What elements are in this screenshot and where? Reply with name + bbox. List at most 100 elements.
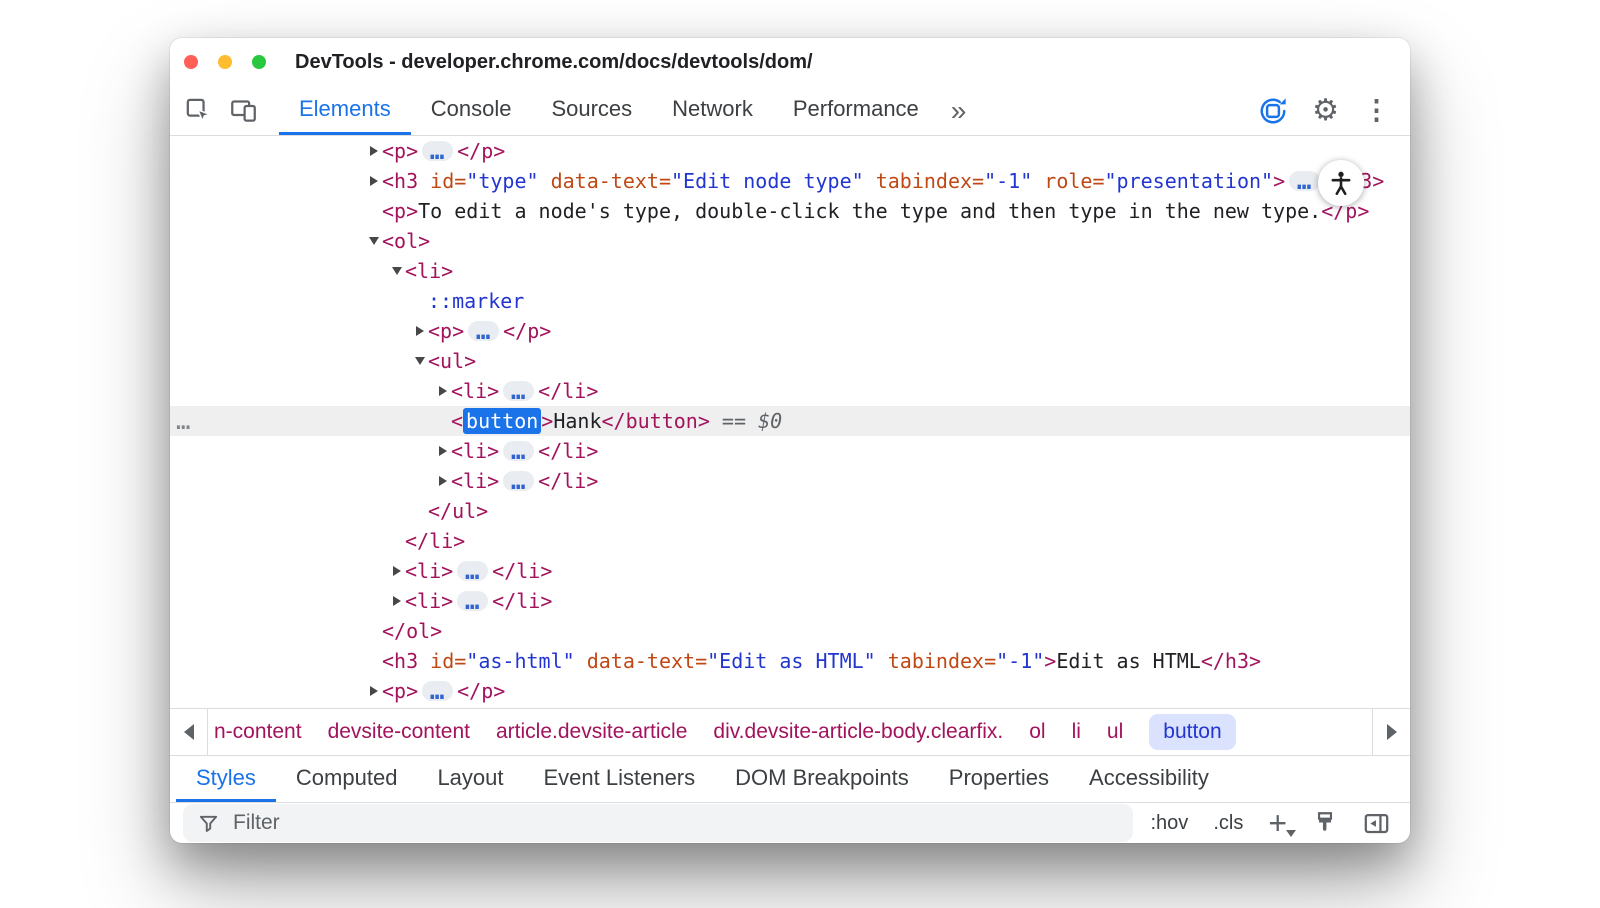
- expand-arrow-icon[interactable]: [435, 376, 451, 406]
- toggle-sidebar-icon[interactable]: [1363, 810, 1390, 837]
- expand-arrow-icon[interactable]: [435, 466, 451, 496]
- breadcrumb-item-ol[interactable]: ol: [1029, 720, 1045, 744]
- tree-row[interactable]: <h3 id="as-html" data-text="Edit as HTML…: [170, 646, 1410, 676]
- ellipsis-expand-button[interactable]: …: [457, 591, 488, 611]
- zoom-button[interactable]: [252, 55, 266, 69]
- tree-row[interactable]: <li>…</li>: [170, 436, 1410, 466]
- more-tabs-button[interactable]: »: [939, 86, 979, 135]
- collapse-arrow-icon[interactable]: [366, 226, 382, 256]
- breadcrumb-item-li[interactable]: li: [1072, 720, 1081, 744]
- code-token: button: [463, 408, 541, 434]
- breadcrumb-item-devsite-content[interactable]: devsite-content: [328, 720, 470, 744]
- expand-arrow-icon[interactable]: [389, 586, 405, 616]
- tree-row[interactable]: <p>…</p>: [170, 316, 1410, 346]
- tree-row[interactable]: </ul>: [170, 496, 1410, 526]
- minimize-button[interactable]: [218, 55, 232, 69]
- inspect-element-icon[interactable]: [185, 97, 212, 124]
- tab-elements[interactable]: Elements: [279, 86, 411, 135]
- ellipsis-expand-button[interactable]: …: [503, 471, 534, 491]
- expand-arrow-icon[interactable]: [435, 436, 451, 466]
- ellipsis-expand-button[interactable]: …: [457, 561, 488, 581]
- expand-arrow-icon[interactable]: [366, 676, 382, 706]
- code-token: data-text=: [575, 649, 707, 673]
- code-token: tabindex=: [876, 649, 996, 673]
- toggle-class-button[interactable]: .cls: [1213, 812, 1243, 835]
- accessibility-person-icon: [1327, 169, 1355, 197]
- tree-row[interactable]: <h3 id="type" data-text="Edit node type"…: [170, 166, 1410, 196]
- chevron-left-icon: [184, 724, 194, 740]
- code-token: <li>: [451, 439, 499, 463]
- tree-row[interactable]: ::marker: [170, 286, 1410, 316]
- tree-row[interactable]: <li>…</li>: [170, 376, 1410, 406]
- tab-accessibility[interactable]: Accessibility: [1069, 756, 1229, 802]
- code-token: </ul>: [428, 499, 488, 523]
- tab-sources[interactable]: Sources: [531, 86, 652, 135]
- crumbs-scroll-left-button[interactable]: [170, 709, 208, 755]
- expand-arrow-icon[interactable]: [412, 316, 428, 346]
- tab-layout[interactable]: Layout: [417, 756, 523, 802]
- tree-row[interactable]: <li>…</li>: [170, 556, 1410, 586]
- code-token: <li>: [451, 379, 499, 403]
- tab-network[interactable]: Network: [652, 86, 773, 135]
- tree-row[interactable]: <button>Hank</button> == $0: [170, 406, 1410, 436]
- tree-row[interactable]: </ol>: [170, 616, 1410, 646]
- tab-performance[interactable]: Performance: [773, 86, 939, 135]
- ellipsis-expand-button[interactable]: …: [422, 681, 453, 701]
- code-token: <h3: [382, 169, 418, 193]
- breadcrumb-item-button[interactable]: button: [1149, 714, 1235, 750]
- tree-row[interactable]: </li>: [170, 526, 1410, 556]
- breadcrumb-item-ul[interactable]: ul: [1107, 720, 1123, 744]
- ellipsis-expand-button[interactable]: …: [1289, 171, 1320, 191]
- tab-styles[interactable]: Styles: [176, 756, 276, 802]
- tree-row[interactable]: <p>To edit a node's type, double-click t…: [170, 196, 1410, 226]
- paint-brush-icon[interactable]: [1312, 810, 1338, 836]
- tab-computed[interactable]: Computed: [276, 756, 418, 802]
- dom-tree: … <p>…</p><h3 id="type" data-text="Edit …: [170, 136, 1410, 708]
- tab-dom-breakpoints[interactable]: DOM Breakpoints: [715, 756, 929, 802]
- arrow-spacer: [366, 196, 382, 226]
- code-token: </p>: [457, 679, 505, 703]
- accessibility-fab[interactable]: [1318, 160, 1364, 206]
- tree-row[interactable]: <li>…</li>: [170, 586, 1410, 616]
- ellipsis-expand-button[interactable]: …: [503, 441, 534, 461]
- row-overflow-dots[interactable]: …: [176, 406, 192, 436]
- tab-console[interactable]: Console: [411, 86, 532, 135]
- breadcrumb-item-div-devsite-article-body-clearfix[interactable]: div.devsite-article-body.clearfix.: [713, 720, 1003, 744]
- tab-event-listeners[interactable]: Event Listeners: [524, 756, 716, 802]
- expand-arrow-icon[interactable]: [389, 556, 405, 586]
- ellipsis-expand-button[interactable]: …: [468, 321, 499, 341]
- sync-icon[interactable]: [1258, 96, 1288, 126]
- settings-gear-icon[interactable]: ⚙: [1312, 96, 1339, 126]
- tree-row[interactable]: <li>: [170, 256, 1410, 286]
- traffic-lights: [184, 55, 266, 69]
- tree-row[interactable]: <ol>: [170, 226, 1410, 256]
- collapse-arrow-icon[interactable]: [412, 346, 428, 376]
- breadcrumb-item-n-content[interactable]: n-content: [214, 720, 302, 744]
- filter-input[interactable]: Filter: [183, 804, 1133, 842]
- plus-icon: +: [1268, 807, 1287, 839]
- tree-row[interactable]: <li>…</li>: [170, 466, 1410, 496]
- device-toolbar-icon[interactable]: [230, 97, 257, 124]
- tree-row[interactable]: <ul>: [170, 346, 1410, 376]
- new-style-rule-button[interactable]: +: [1268, 807, 1287, 839]
- ellipsis-expand-button[interactable]: …: [422, 141, 453, 161]
- close-button[interactable]: [184, 55, 198, 69]
- expand-arrow-icon[interactable]: [366, 136, 382, 166]
- code-token: $0: [758, 409, 782, 433]
- ellipsis-expand-button[interactable]: …: [503, 381, 534, 401]
- code-token: </li>: [538, 469, 598, 493]
- more-options-icon[interactable]: ⋮: [1363, 97, 1390, 124]
- code-token: "Edit as HTML": [707, 649, 876, 673]
- toggle-hover-state-button[interactable]: :hov: [1151, 812, 1189, 835]
- expand-arrow-icon[interactable]: [366, 166, 382, 196]
- code-token: <p>: [382, 139, 418, 163]
- tab-properties[interactable]: Properties: [929, 756, 1069, 802]
- code-token: <ol>: [382, 229, 430, 253]
- filter-funnel-icon: [197, 812, 220, 835]
- tree-row[interactable]: <p>…</p>: [170, 676, 1410, 706]
- breadcrumb-item-article-devsite-article[interactable]: article.devsite-article: [496, 720, 687, 744]
- crumbs-scroll-right-button[interactable]: [1372, 709, 1410, 755]
- tree-row[interactable]: <p>…</p>: [170, 136, 1410, 166]
- code-token: <: [451, 409, 463, 433]
- collapse-arrow-icon[interactable]: [389, 256, 405, 286]
